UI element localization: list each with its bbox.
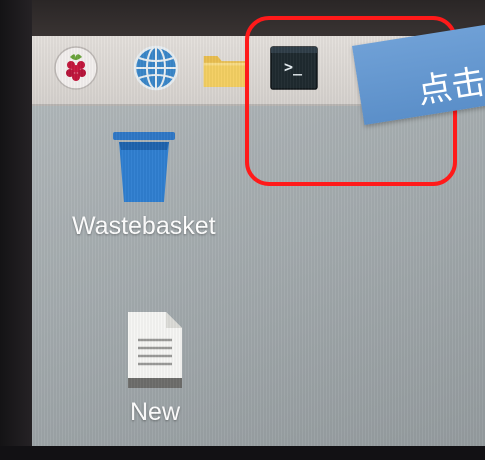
raspberry-pi-menu-button[interactable] — [52, 44, 100, 92]
file-manager-button[interactable] — [202, 44, 250, 92]
desktop-item-wastebasket[interactable]: Wastebasket — [72, 128, 216, 241]
callout-text: 点击 — [415, 62, 485, 112]
web-browser-button[interactable] — [132, 44, 180, 92]
monitor-bezel-bottom — [0, 446, 485, 460]
monitor-bezel-left — [0, 0, 32, 460]
desktop-item-label: Wastebasket — [72, 212, 216, 240]
wastebasket-icon — [112, 132, 175, 202]
desktop-item-label: New — [129, 398, 180, 426]
globe-icon — [133, 45, 179, 91]
document-icon — [128, 312, 182, 388]
raspberry-pi-menu-icon — [54, 46, 98, 90]
photo-of-screen: >_ Wastebasket New 点击 — [0, 0, 485, 460]
folder-icon — [203, 56, 249, 87]
desktop-item-new[interactable]: New — [124, 308, 186, 427]
